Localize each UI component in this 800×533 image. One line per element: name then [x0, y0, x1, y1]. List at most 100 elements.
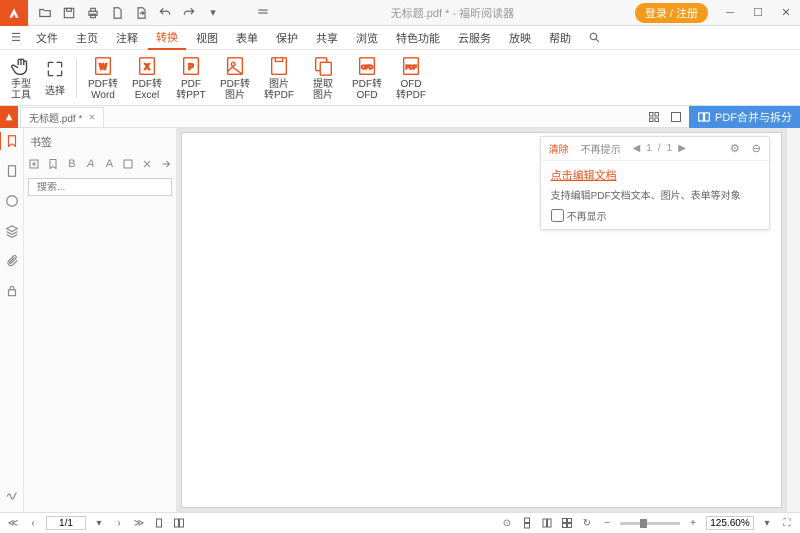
rotate-icon[interactable]: ↻ — [580, 516, 594, 530]
extract-images-button[interactable]: 提取 图片 — [303, 52, 343, 104]
menu-share[interactable]: 共享 — [308, 27, 346, 49]
delete-icon[interactable] — [141, 156, 154, 172]
fit-width-icon[interactable]: ⊙ — [500, 516, 514, 530]
list-view-icon[interactable] — [667, 108, 685, 126]
document-tabs: 无标题.pdf * × PDF合并与拆分 — [0, 106, 800, 128]
italic-icon[interactable]: A — [84, 156, 97, 172]
separator — [76, 58, 77, 98]
maximize-button[interactable]: ☐ — [744, 0, 772, 26]
next-page-icon[interactable]: ▶ — [678, 143, 686, 154]
zoom-input[interactable] — [706, 516, 754, 530]
dropdown-icon[interactable] — [256, 6, 270, 20]
fullscreen-icon[interactable]: ⛶ — [780, 516, 794, 530]
pdf-to-excel-button[interactable]: X PDF转 Excel — [127, 52, 167, 104]
pages-icon[interactable] — [3, 162, 21, 180]
export-bookmarks-icon[interactable] — [159, 156, 172, 172]
zoom-in-icon[interactable]: + — [686, 516, 700, 530]
menu-features[interactable]: 特色功能 — [388, 27, 448, 49]
zoom-slider[interactable] — [620, 522, 680, 525]
menu-cloud[interactable]: 云服务 — [450, 27, 499, 49]
svg-text:OFD: OFD — [361, 64, 373, 70]
minimize-tip-icon[interactable]: ⊖ — [752, 142, 761, 155]
pdf-to-word-button[interactable]: W PDF转 Word — [83, 52, 123, 104]
hand-tool-button[interactable]: 手型 工具 — [6, 52, 36, 104]
expand-icon[interactable] — [28, 156, 41, 172]
menu-form[interactable]: 表单 — [228, 27, 266, 49]
save-icon[interactable] — [62, 6, 76, 20]
continuous-icon[interactable] — [520, 516, 534, 530]
menu-home[interactable]: 主页 — [68, 27, 106, 49]
right-scrollbar[interactable] — [786, 128, 800, 512]
close-tab-icon[interactable]: × — [88, 110, 95, 124]
menu-browse[interactable]: 浏览 — [348, 27, 386, 49]
select-tool-button[interactable]: 选择 — [40, 52, 70, 104]
prev-page-icon[interactable]: ◀ — [633, 143, 641, 154]
print-icon[interactable] — [86, 6, 100, 20]
font-icon[interactable]: A — [103, 156, 116, 172]
search-icon[interactable] — [585, 31, 603, 44]
add-bookmark-icon[interactable] — [47, 156, 60, 172]
comments-icon[interactable] — [3, 192, 21, 210]
file-tab[interactable]: 无标题.pdf * × — [20, 107, 104, 127]
grid-view-icon[interactable] — [645, 108, 663, 126]
color-icon[interactable] — [122, 156, 135, 172]
zoom-slider-handle[interactable] — [640, 519, 647, 528]
menu-protect[interactable]: 保护 — [268, 27, 306, 49]
security-icon[interactable] — [3, 282, 21, 300]
menu-view[interactable]: 视图 — [188, 27, 226, 49]
next-page-icon[interactable]: › — [112, 516, 126, 530]
hand-icon — [10, 55, 32, 77]
undo-icon[interactable] — [158, 6, 172, 20]
bookmark-search[interactable] — [28, 178, 172, 196]
tab-accent-icon[interactable] — [0, 106, 18, 128]
clear-link[interactable]: 清除 — [549, 141, 569, 156]
prev-page-icon[interactable]: ‹ — [26, 516, 40, 530]
pdf-to-image-button[interactable]: PDF转 图片 — [215, 52, 255, 104]
layers-icon[interactable] — [3, 222, 21, 240]
ofd-to-pdf-button[interactable]: PDF OFD 转PDF — [391, 52, 431, 104]
menu-icon[interactable]: ☰ — [6, 31, 26, 44]
dont-show-checkbox[interactable] — [551, 209, 564, 222]
menu-file[interactable]: 文件 — [28, 27, 66, 49]
page-dropdown-icon[interactable]: ▾ — [92, 516, 106, 530]
zoom-out-icon[interactable]: − — [600, 516, 614, 530]
zoom-dropdown-icon[interactable]: ▾ — [760, 516, 774, 530]
file-tab-label: 无标题.pdf * — [29, 110, 82, 125]
redo-icon[interactable] — [182, 6, 196, 20]
pdf-to-ppt-button[interactable]: P PDF 转PPT — [171, 52, 211, 104]
pdf-to-ofd-button[interactable]: OFD PDF转 OFD — [347, 52, 387, 104]
dont-show-check[interactable]: 不再显示 — [551, 208, 759, 223]
page-input[interactable] — [46, 516, 86, 530]
open-icon[interactable] — [38, 6, 52, 20]
menu-annotate[interactable]: 注释 — [108, 27, 146, 49]
image-to-pdf-button[interactable]: 图片 转PDF — [259, 52, 299, 104]
close-button[interactable]: ✕ — [772, 0, 800, 26]
attachments-icon[interactable] — [3, 252, 21, 270]
ribbon-label: 选择 — [45, 82, 65, 97]
merge-split-banner[interactable]: PDF合并与拆分 — [689, 106, 800, 128]
chevron-down-icon[interactable]: ▾ — [206, 6, 220, 20]
view-mode2-icon[interactable] — [560, 516, 574, 530]
signature-icon[interactable] — [3, 484, 21, 502]
minimize-button[interactable]: ─ — [716, 0, 744, 26]
bold-icon[interactable]: B — [66, 156, 79, 172]
view-mode-icon[interactable] — [540, 516, 554, 530]
page-total: 1 — [667, 143, 673, 154]
new-icon[interactable] — [110, 6, 124, 20]
last-page-icon[interactable]: ≫ — [132, 516, 146, 530]
menu-present[interactable]: 放映 — [501, 27, 539, 49]
search-input[interactable] — [37, 182, 169, 193]
window-title: 无标题.pdf * - 福昕阅读器 — [270, 5, 635, 21]
login-button[interactable]: 登录 / 注册 — [635, 3, 708, 23]
menu-help[interactable]: 帮助 — [541, 27, 579, 49]
bookmarks-icon[interactable] — [0, 132, 23, 150]
export-icon[interactable] — [134, 6, 148, 20]
edit-tip-box: 点击编辑文档 支持编辑PDF文档文本、图片、表单等对象 不再显示 — [541, 160, 769, 229]
edit-doc-link[interactable]: 点击编辑文档 — [551, 167, 759, 183]
facing-pages-icon[interactable] — [172, 516, 186, 530]
menu-convert[interactable]: 转换 — [148, 26, 186, 50]
no-hint-link[interactable]: 不再提示 — [581, 141, 621, 156]
gear-icon[interactable]: ⚙ — [730, 142, 740, 155]
single-page-icon[interactable] — [152, 516, 166, 530]
first-page-icon[interactable]: ≪ — [6, 516, 20, 530]
